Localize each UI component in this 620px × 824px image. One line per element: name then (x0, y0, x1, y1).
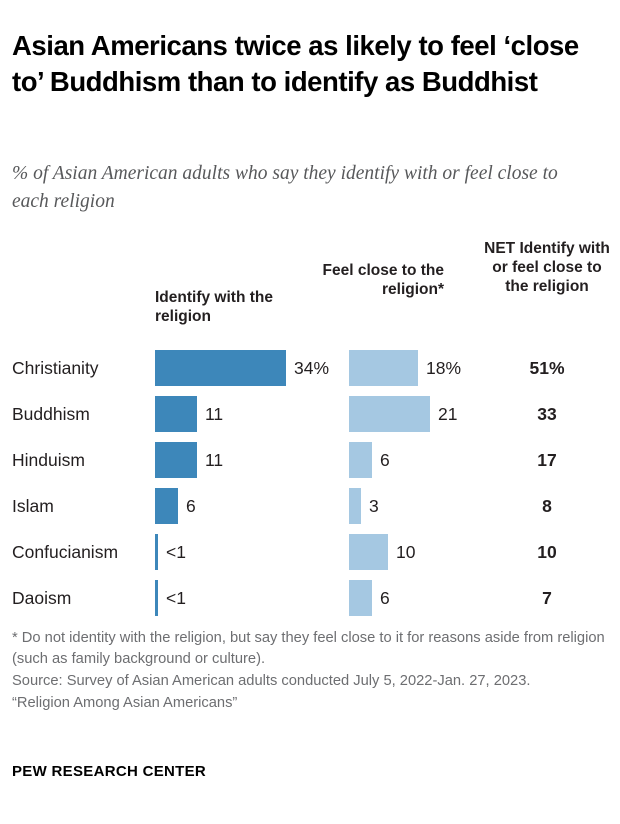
value-identify-christianity: 34% (294, 358, 330, 378)
chart-rows: Christianity 34% 18% 51% Buddhism 11 21 33 Hindu… (0, 345, 620, 621)
chart-page: Asian Americans twice as likely to feel … (0, 0, 620, 824)
row-label-islam: Islam (12, 496, 54, 516)
value-identify-daoism: <1 (166, 588, 186, 608)
chart-row: Christianity 34% 18% 51% (0, 345, 620, 391)
footnote-text: * Do not identity with the religion, but… (12, 630, 605, 668)
value-feel-close-islam: 3 (369, 496, 379, 516)
bar-identify-daoism (155, 580, 158, 616)
bar-feel-close-islam (349, 488, 361, 524)
chart-row: Confucianism <1 10 10 (0, 529, 620, 575)
value-feel-close-buddhism: 21 (438, 404, 458, 424)
bar-identify-islam (155, 488, 178, 524)
chart-row: Buddhism 11 21 33 (0, 391, 620, 437)
value-net-islam: 8 (542, 496, 552, 516)
column-header-feel-close: Feel close to the religion* (322, 262, 444, 299)
bar-identify-christianity (155, 350, 286, 386)
chart-row: Daoism <1 6 7 (0, 575, 620, 621)
page-title: Asian Americans twice as likely to feel … (12, 30, 579, 97)
value-feel-close-confucianism: 10 (396, 542, 416, 562)
chart-subtitle: % of Asian American adults who say they … (12, 163, 558, 212)
row-label-daoism: Daoism (12, 588, 72, 608)
bar-identify-confucianism (155, 534, 158, 570)
row-label-hinduism: Hinduism (12, 450, 85, 470)
report-title-text: “Religion Among Asian Americans” (12, 695, 238, 712)
row-label-confucianism: Confucianism (12, 542, 119, 562)
source-text: Source: Survey of Asian American adults … (12, 672, 531, 689)
value-net-confucianism: 10 (537, 542, 557, 562)
bar-feel-close-hinduism (349, 442, 372, 478)
bar-identify-hinduism (155, 442, 197, 478)
chart-row: Hinduism 11 6 17 (0, 437, 620, 483)
row-label-christianity: Christianity (12, 358, 99, 378)
bar-feel-close-daoism (349, 580, 372, 616)
value-feel-close-hinduism: 6 (380, 450, 390, 470)
bar-feel-close-buddhism (349, 396, 430, 432)
value-identify-confucianism: <1 (166, 542, 186, 562)
value-net-daoism: 7 (542, 588, 552, 608)
value-feel-close-christianity: 18% (426, 358, 462, 378)
chart-notes: * Do not identity with the religion, but… (12, 628, 608, 715)
value-identify-hinduism: 11 (205, 450, 224, 470)
value-identify-buddhism: 11 (205, 404, 224, 424)
value-net-hinduism: 17 (537, 450, 557, 470)
bar-feel-close-confucianism (349, 534, 388, 570)
value-identify-islam: 6 (186, 496, 196, 516)
value-net-buddhism: 33 (537, 404, 557, 424)
row-label-buddhism: Buddhism (12, 404, 90, 424)
column-header-net: NET Identify with or feel close to the r… (484, 240, 610, 296)
bar-identify-buddhism (155, 396, 197, 432)
bar-feel-close-christianity (349, 350, 418, 386)
value-feel-close-daoism: 6 (380, 588, 390, 608)
pew-research-center-footer: PEW RESEARCH CENTER (12, 763, 207, 780)
column-header-identify: Identify with the religion (155, 289, 273, 326)
chart-row: Islam 6 3 8 (0, 483, 620, 529)
value-net-christianity: 51% (529, 358, 565, 378)
